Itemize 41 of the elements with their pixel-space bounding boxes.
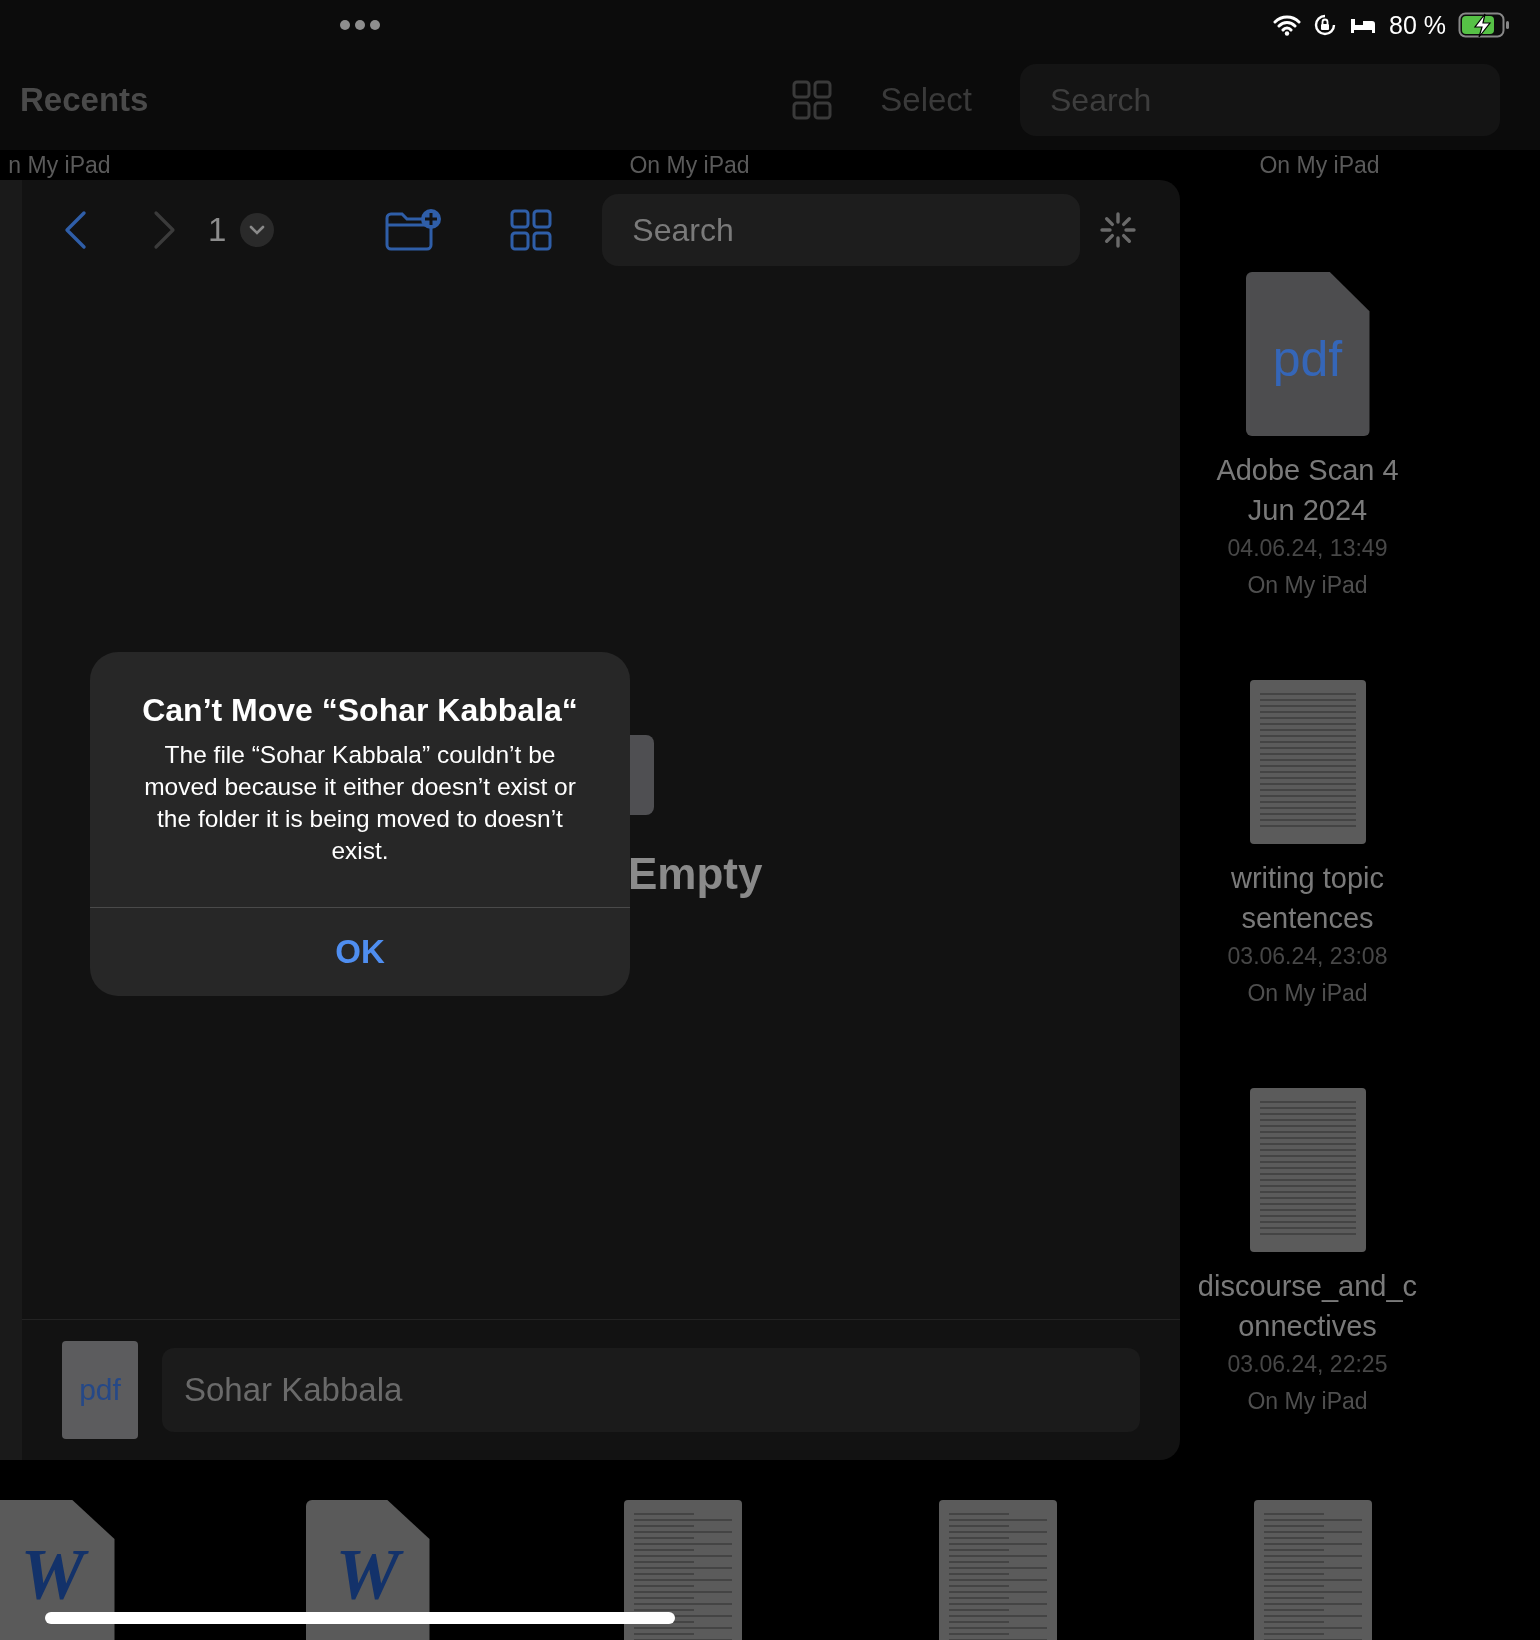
back-icon[interactable] (62, 210, 88, 250)
word-file-icon[interactable]: W (0, 1500, 115, 1640)
document-thumbnail[interactable] (1249, 680, 1366, 844)
file-name: discourse_and_c onnectives (1197, 1269, 1418, 1344)
ok-button[interactable]: OK (90, 908, 630, 996)
file-location: n My iPad (8, 152, 111, 178)
file-name-field[interactable]: Sohar Kabbala (162, 1348, 1140, 1432)
rotation-lock-icon (1313, 13, 1337, 37)
page-number: 1 (208, 211, 227, 249)
file-location: On My iPad (629, 152, 750, 178)
search-field[interactable]: Search (602, 194, 1081, 266)
file-location: On My iPad (1247, 979, 1368, 1008)
pdf-file-icon[interactable]: pdf (1245, 272, 1370, 436)
pdf-file-icon: pdf (62, 1341, 138, 1439)
search-input[interactable]: Search (630, 210, 1055, 250)
new-folder-icon[interactable] (384, 208, 443, 252)
document-thumbnail[interactable] (1249, 1088, 1366, 1252)
grid-view-icon[interactable] (510, 209, 553, 251)
word-file-icon[interactable]: W (305, 1500, 430, 1640)
grid-view-icon[interactable] (792, 80, 833, 120)
document-thumbnail[interactable] (623, 1500, 742, 1640)
file-date: 03.06.24, 22:25 (1227, 1350, 1388, 1379)
chevron-down-icon[interactable] (240, 213, 275, 247)
alert-title: Can’t Move “Sohar Kabbala“ (142, 692, 578, 729)
file-name: Adobe Scan 4 Jun 2024 (1216, 453, 1399, 528)
file-name: writing topic sentences (1230, 861, 1385, 936)
document-thumbnail[interactable] (1253, 1500, 1372, 1640)
nav-title: Recents (20, 81, 149, 119)
empty-label: Empty (628, 849, 763, 899)
folder-icon (628, 735, 654, 815)
battery-percentage: 80 % (1389, 10, 1446, 40)
file-location: On My iPad (1247, 1387, 1368, 1416)
more-dots-icon[interactable] (338, 18, 382, 32)
loading-spinner-icon (1098, 210, 1139, 250)
file-date: 04.06.24, 13:49 (1227, 534, 1388, 563)
alert-message: The file “Sohar Kabbala” couldn’t be moved because it either doesn’t exist or the folder it is being moved to doesn’t exist. (143, 740, 577, 866)
file-date: 03.06.24, 23:08 (1227, 942, 1388, 971)
document-thumbnail[interactable] (938, 1500, 1057, 1640)
file-location: On My iPad (1259, 152, 1380, 178)
file-location: On My iPad (1247, 571, 1368, 600)
wifi-icon (1273, 14, 1301, 36)
